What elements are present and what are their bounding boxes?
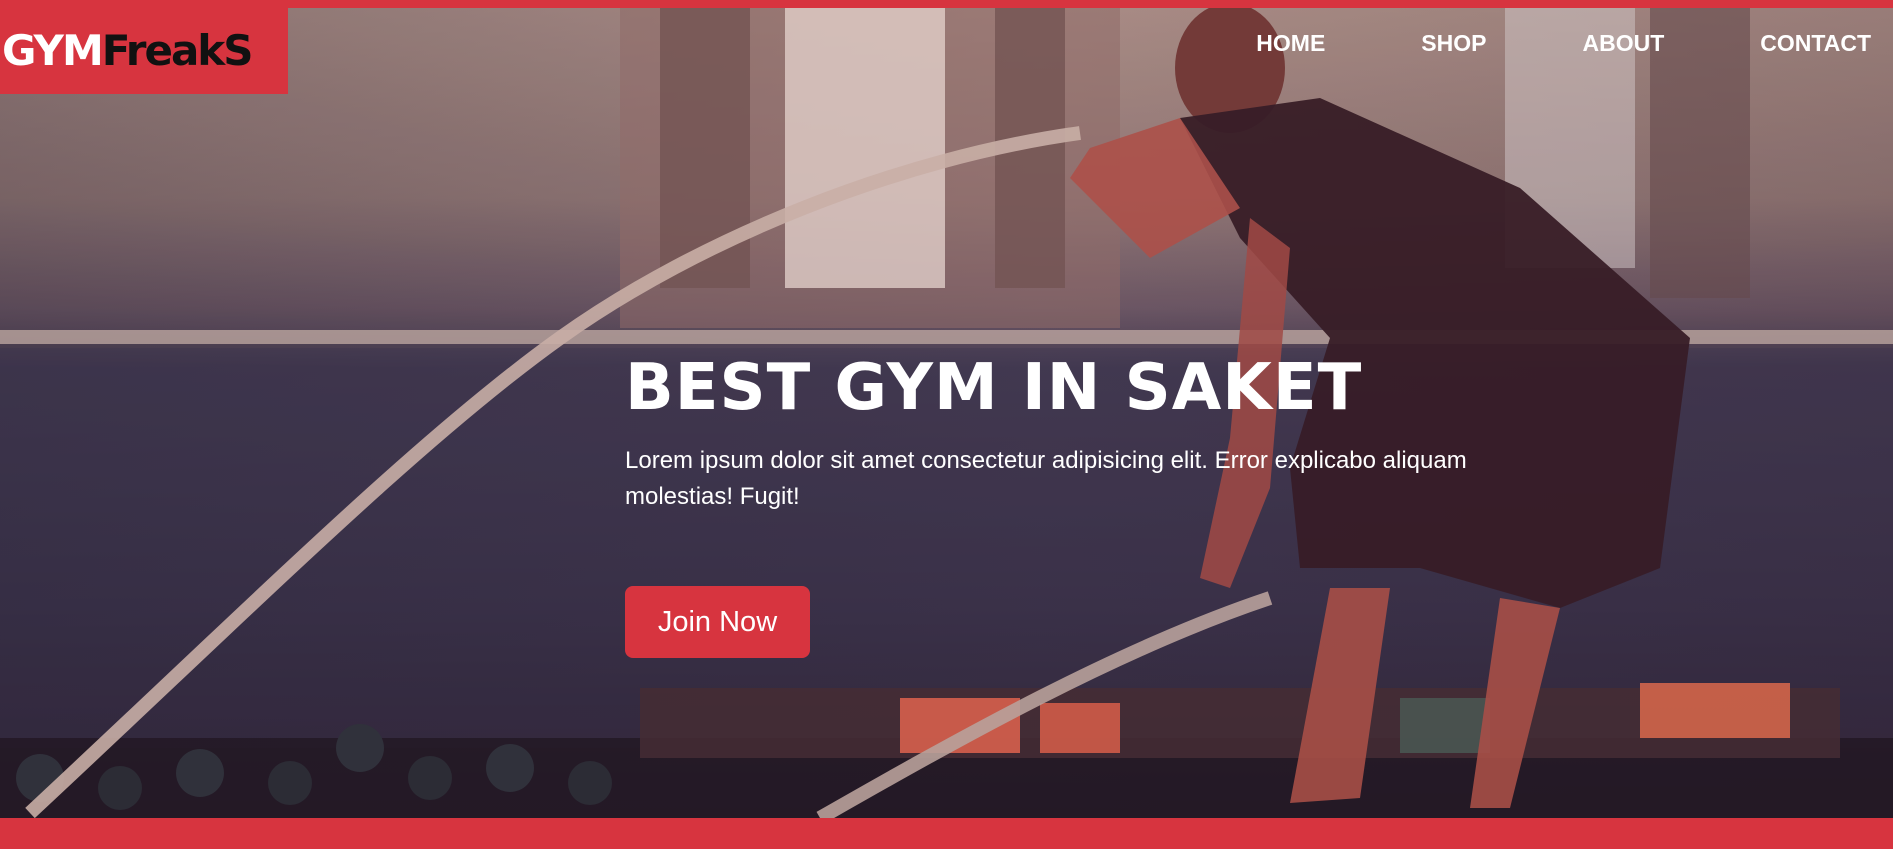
- hero-headline: BEST GYM IN SAKET: [625, 351, 1363, 425]
- hero-description: Lorem ipsum dolor sit amet consectetur a…: [625, 447, 1467, 511]
- landing-page: GYM FreakS HOME SHOP ABOUT CONTACT BEST …: [0, 0, 1893, 849]
- nav-link-home[interactable]: HOME: [1256, 30, 1325, 57]
- hero-section: GYM FreakS HOME SHOP ABOUT CONTACT BEST …: [0, 8, 1893, 818]
- brand-logo-part1: GYM: [2, 26, 104, 75]
- brand-logo[interactable]: GYM FreakS: [0, 8, 288, 94]
- join-now-button[interactable]: Join Now: [625, 586, 810, 658]
- nav-link-shop[interactable]: SHOP: [1421, 30, 1486, 57]
- brand-logo-part2: FreakS: [101, 26, 254, 75]
- nav-link-about[interactable]: ABOUT: [1582, 30, 1664, 57]
- main-navigation: HOME SHOP ABOUT CONTACT: [1256, 30, 1871, 57]
- top-accent-strip: [0, 0, 1893, 8]
- nav-link-contact[interactable]: CONTACT: [1760, 30, 1871, 57]
- hero-text-block: BEST GYM IN SAKET Lorem ipsum dolor sit …: [625, 353, 1525, 515]
- bottom-accent-strip: [0, 818, 1893, 849]
